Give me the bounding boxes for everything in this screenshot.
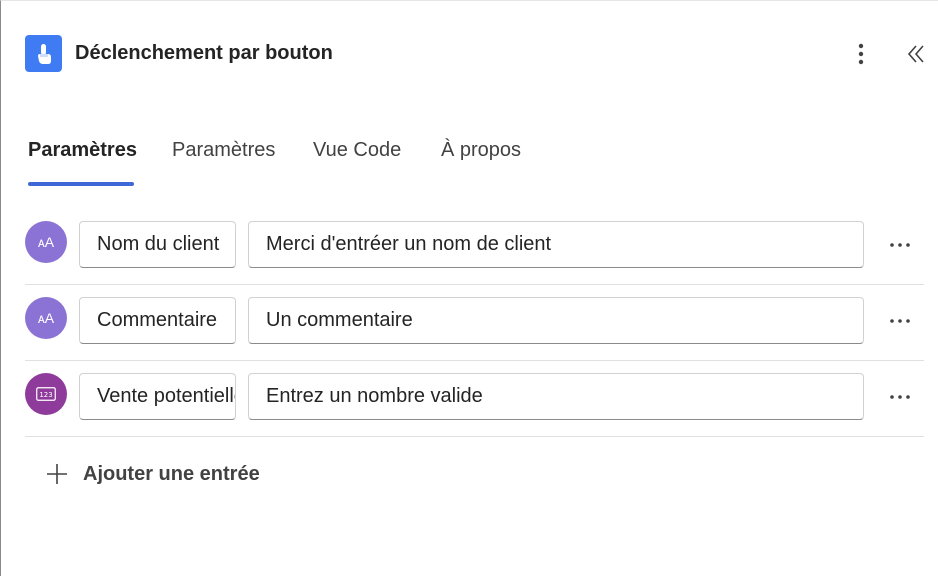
trigger-title: Déclenchement par bouton — [75, 42, 333, 64]
touch-hand-icon — [25, 35, 62, 72]
add-entry-label: Ajouter une entrée — [83, 462, 260, 485]
text-type-icon: ᴀA — [25, 297, 67, 339]
input-row: ᴀA Commentaire Un commentaire — [25, 285, 924, 361]
input-name-field[interactable]: Commentaire — [79, 297, 236, 344]
plus-icon — [47, 464, 67, 484]
input-name-field[interactable]: Nom du client — [79, 221, 236, 268]
text-type-icon: ᴀA — [25, 221, 67, 263]
add-entry-button[interactable]: Ajouter une entrée — [45, 459, 260, 489]
trigger-panel: Déclenchement par bouton Paramètres Para… — [0, 0, 938, 576]
tab-parametres-2[interactable]: Paramètres — [172, 139, 275, 162]
panel-header: Déclenchement par bouton — [1, 1, 938, 101]
number-type-icon: 123 — [25, 373, 67, 415]
input-list: ᴀA Nom du client Merci d'entréer un nom … — [25, 209, 924, 437]
active-tab-indicator — [28, 182, 134, 186]
input-value-field[interactable]: Merci d'entréer un nom de client — [248, 221, 864, 268]
input-row: ᴀA Nom du client Merci d'entréer un nom … — [25, 209, 924, 285]
input-row: 123 Vente potentielle Entrez un nombre v… — [25, 361, 924, 437]
more-horizontal-icon[interactable] — [885, 231, 915, 259]
input-name-field[interactable]: Vente potentielle — [79, 373, 236, 420]
input-value-field[interactable]: Entrez un nombre valide — [248, 373, 864, 420]
tab-vue-code[interactable]: Vue Code — [313, 139, 401, 162]
input-value-field[interactable]: Un commentaire — [248, 297, 864, 344]
more-horizontal-icon[interactable] — [885, 383, 915, 411]
number-type-glyph: 123 — [39, 391, 52, 399]
collapse-panel-icon[interactable] — [901, 39, 931, 69]
tab-parametres[interactable]: Paramètres — [28, 139, 137, 162]
more-options-icon[interactable] — [849, 39, 873, 69]
more-horizontal-icon[interactable] — [885, 307, 915, 335]
tab-a-propos[interactable]: À propos — [441, 139, 521, 162]
